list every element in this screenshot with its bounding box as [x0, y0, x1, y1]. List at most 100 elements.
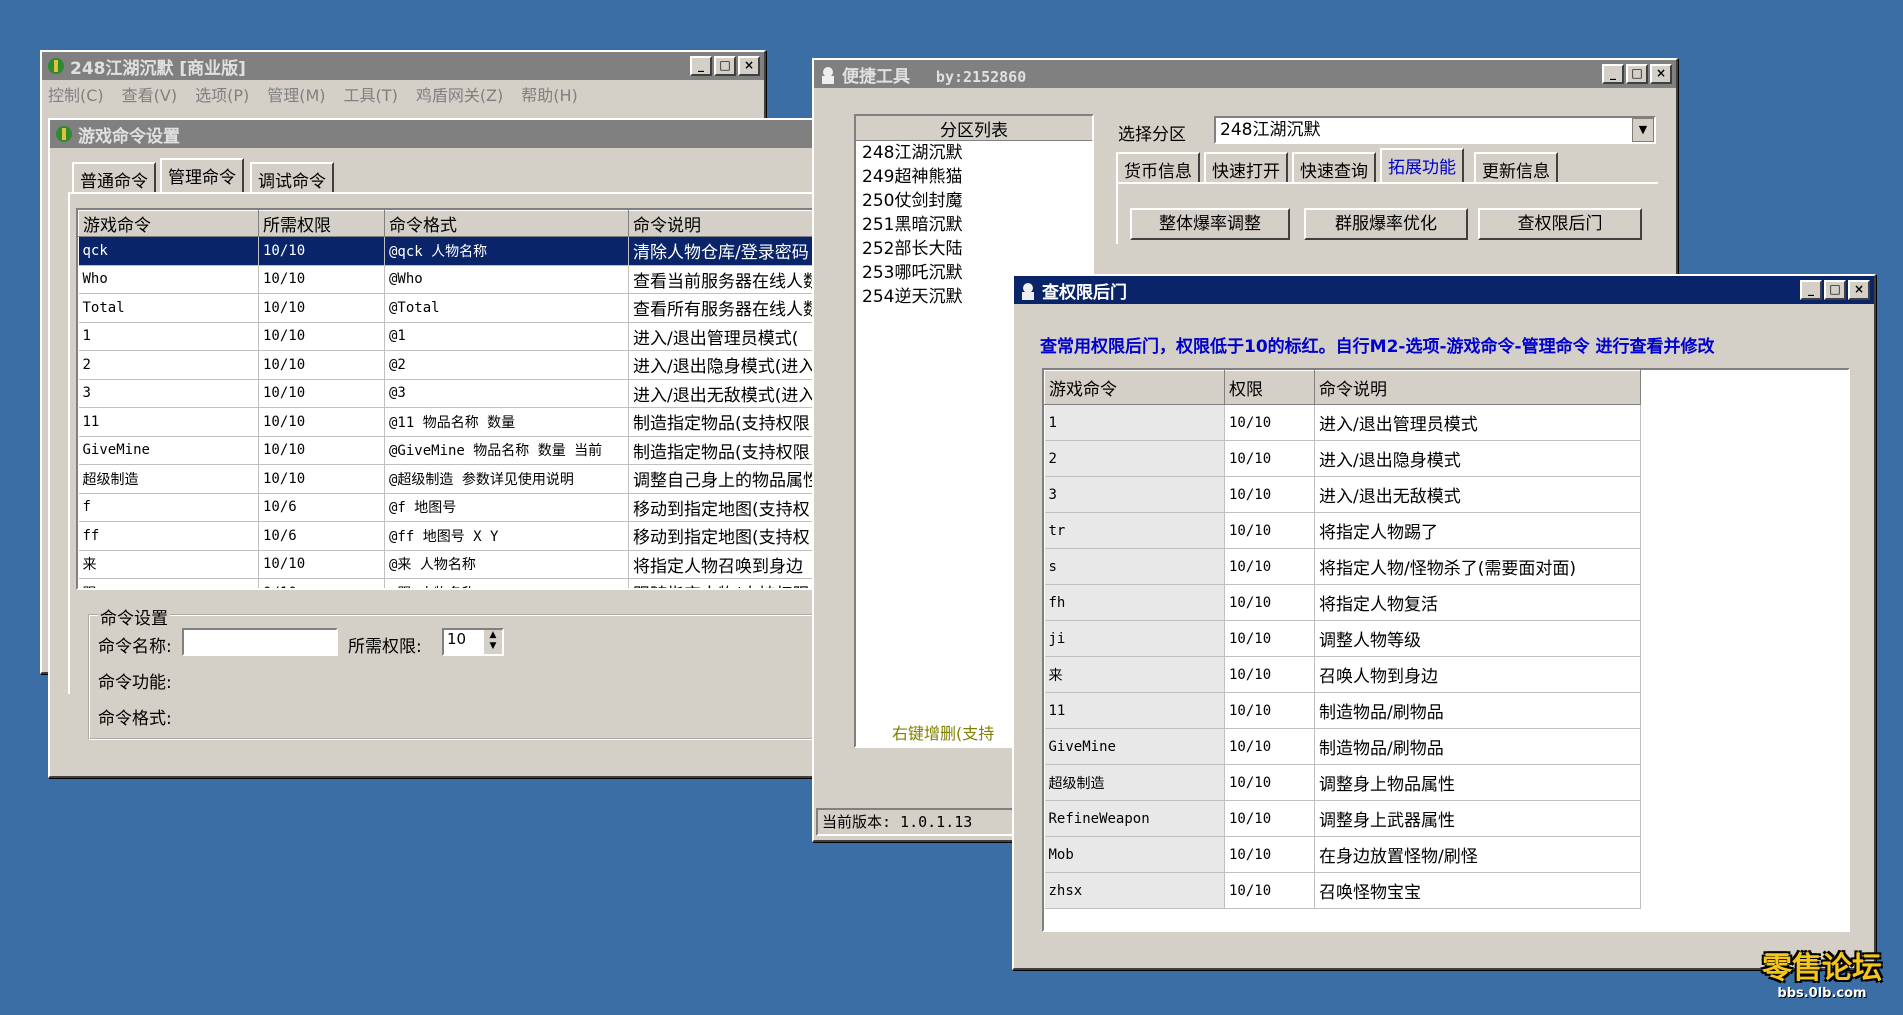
menu-view[interactable]: 查看(V) — [122, 82, 177, 106]
cell-description: 调整人物等级 — [1314, 620, 1641, 657]
col-header-description[interactable]: 命令说明 — [1314, 370, 1641, 405]
cell-permission: 10/10 — [1224, 404, 1315, 441]
tab-quick-open[interactable]: 快速打开 — [1204, 152, 1288, 182]
table-row[interactable]: Who 10/10 @Who 查看当前服务器在线人数 — [78, 265, 814, 294]
table-row[interactable]: GiveMine 10/10 制造物品/刷物品 — [1044, 728, 1641, 765]
cell-permission: 10/10 — [1224, 692, 1315, 729]
cell-description: 在身边放置怪物/刷怪 — [1314, 836, 1641, 873]
spinner-arrows-icon[interactable]: ▲ ▼ — [484, 630, 502, 654]
table-row[interactable]: fh 10/10 将指定人物复活 — [1044, 584, 1641, 621]
cell-command: 2 — [78, 350, 259, 380]
cell-command: 2 — [1044, 440, 1225, 477]
list-item[interactable]: 248江湖沉默 — [862, 141, 1092, 165]
table-row[interactable]: 1 10/10 @1 进入/退出管理员模式( — [78, 322, 814, 351]
cell-description: 进入/退出管理员模式 — [1314, 404, 1641, 441]
overall-droprate-button[interactable]: 整体爆率调整 — [1130, 208, 1290, 240]
tab-quick-query[interactable]: 快速查询 — [1292, 152, 1376, 182]
cell-description: 调整身上物品属性 — [1314, 764, 1641, 801]
list-item[interactable]: 250仗剑封魔 — [862, 189, 1092, 213]
tab-extend-function[interactable]: 拓展功能 — [1380, 148, 1464, 182]
list-item[interactable]: 249超神熊猫 — [862, 165, 1092, 189]
cell-permission: 10/10 — [258, 464, 385, 494]
tool-window-titlebar[interactable]: 便捷工具 by:2152860 _ □ × — [814, 60, 1676, 88]
menu-control[interactable]: 控制(C) — [48, 82, 104, 106]
table-row[interactable]: f 10/6 @f 地图号 移动到指定地图(支持权 — [78, 493, 814, 522]
close-icon[interactable]: × — [738, 56, 760, 76]
command-settings-titlebar[interactable]: 游戏命令设置 — [50, 120, 820, 148]
table-row[interactable]: qck 10/10 @qck 人物名称 清除人物仓库/登录密码 — [78, 236, 814, 266]
minimize-icon[interactable]: _ — [1800, 280, 1822, 300]
cell-permission: 10/10 — [1224, 620, 1315, 657]
cell-description: 进入/退出隐身模式 — [1314, 440, 1641, 477]
menu-manage[interactable]: 管理(M) — [267, 82, 325, 106]
tab-currency-info[interactable]: 货币信息 — [1116, 152, 1200, 182]
group-droprate-button[interactable]: 群服爆率优化 — [1304, 208, 1468, 240]
cell-format: @1 — [384, 322, 629, 351]
table-row[interactable]: 来 10/10 召唤人物到身边 — [1044, 656, 1641, 693]
maximize-icon[interactable]: □ — [1626, 64, 1648, 84]
command-name-input[interactable] — [182, 628, 338, 656]
table-row[interactable]: GiveMine 10/10 @GiveMine 物品名称 数量 当前 制造指定物品(… — [78, 436, 814, 465]
tab-normal-commands[interactable]: 普通命令 — [72, 162, 156, 192]
col-header-description[interactable]: 命令说明 — [628, 210, 814, 237]
menu-help[interactable]: 帮助(H) — [521, 82, 578, 106]
table-row[interactable]: zhsx 10/10 召唤怪物宝宝 — [1044, 872, 1641, 909]
zone-select[interactable]: 248江湖沉默 ▼ — [1214, 116, 1656, 144]
menu-options[interactable]: 选项(P) — [195, 82, 249, 106]
col-header-format[interactable]: 命令格式 — [384, 210, 629, 237]
table-row[interactable]: 跟0/10@跟 人物名称跟随指定人物(支持权限 — [78, 578, 814, 588]
col-header-permission[interactable]: 权限 — [1224, 370, 1315, 405]
col-header-command[interactable]: 游戏命令 — [1044, 370, 1225, 405]
table-row[interactable]: Mob 10/10 在身边放置怪物/刷怪 — [1044, 836, 1641, 873]
table-row[interactable]: 11 10/10 @11 物品名称 数量 制造指定物品(支持权限 — [78, 407, 814, 437]
main-window-titlebar[interactable]: 248江湖沉默 [商业版] _ □ × — [42, 52, 764, 80]
permission-spinner[interactable]: 10 ▲ ▼ — [442, 628, 504, 656]
minimize-icon[interactable]: _ — [690, 56, 712, 76]
app-icon — [1018, 280, 1038, 300]
tab-admin-commands[interactable]: 管理命令 — [160, 158, 244, 192]
table-row[interactable]: ff 10/6 @ff 地图号 X Y 移动到指定地图(支持权 — [78, 521, 814, 551]
table-row[interactable]: 3 10/10 进入/退出无敌模式 — [1044, 476, 1641, 513]
close-icon[interactable]: × — [1848, 280, 1870, 300]
cell-command: 3 — [78, 379, 259, 408]
table-row[interactable]: 超级制造 10/10 @超级制造 参数详见使用说明 调整自己身上的物品属性 — [78, 464, 814, 494]
cell-format: @超级制造 参数详见使用说明 — [384, 464, 629, 494]
command-table[interactable]: 游戏命令 所需权限 命令格式 命令说明 qck 10/10 @qck 人物名称 清除人… — [76, 208, 816, 590]
tab-debug-commands[interactable]: 调试命令 — [250, 162, 334, 192]
cell-command: 11 — [78, 407, 259, 437]
cell-command: Total — [78, 293, 259, 323]
col-header-permission[interactable]: 所需权限 — [258, 210, 385, 237]
chevron-down-icon[interactable]: ▼ — [1632, 118, 1654, 142]
table-row[interactable]: s 10/10 将指定人物/怪物杀了(需要面对面) — [1044, 548, 1641, 585]
tab-update-info[interactable]: 更新信息 — [1474, 152, 1558, 182]
permission-table[interactable]: 游戏命令 权限 命令说明 1 10/10 进入/退出管理员模式 2 10/10 进入/退出… — [1042, 368, 1850, 932]
col-header-command[interactable]: 游戏命令 — [78, 210, 259, 237]
table-row[interactable]: RefineWeapon 10/10 调整身上武器属性 — [1044, 800, 1641, 837]
zone-list-header: 分区列表 — [856, 116, 1092, 141]
check-backdoor-button[interactable]: 查权限后门 — [1478, 208, 1642, 240]
menu-tools[interactable]: 工具(T) — [344, 82, 398, 106]
table-row[interactable]: 11 10/10 制造物品/刷物品 — [1044, 692, 1641, 729]
table-row[interactable]: 3 10/10 @3 进入/退出无敌模式(进入 — [78, 379, 814, 408]
table-row[interactable]: 超级制造 10/10 调整身上物品属性 — [1044, 764, 1641, 801]
list-item[interactable]: 251黑暗沉默 — [862, 213, 1092, 237]
minimize-icon[interactable]: _ — [1602, 64, 1624, 84]
maximize-icon[interactable]: □ — [1824, 280, 1846, 300]
cell-command: 3 — [1044, 476, 1225, 513]
cell-permission: 10/6 — [258, 521, 385, 551]
maximize-icon[interactable]: □ — [714, 56, 736, 76]
table-row[interactable]: Total 10/10 @Total 查看所有服务器在线人数 — [78, 293, 814, 323]
table-row[interactable]: 来 10/10 @来 人物名称 将指定人物召唤到身边 — [78, 550, 814, 579]
table-row[interactable]: ji 10/10 调整人物等级 — [1044, 620, 1641, 657]
table-row[interactable]: tr 10/10 将指定人物踢了 — [1044, 512, 1641, 549]
close-icon[interactable]: × — [1650, 64, 1672, 84]
app-icon — [54, 124, 74, 144]
table-row[interactable]: 2 10/10 进入/退出隐身模式 — [1044, 440, 1641, 477]
cell-description: 跟随指定人物(支持权限 — [628, 578, 814, 588]
menu-gateway[interactable]: 鸡盾网关(Z) — [416, 82, 503, 106]
permission-window-titlebar[interactable]: 查权限后门 _ □ × — [1014, 276, 1874, 304]
main-menubar: 控制(C) 查看(V) 选项(P) 管理(M) 工具(T) 鸡盾网关(Z) 帮助… — [42, 80, 764, 108]
table-row[interactable]: 2 10/10 @2 进入/退出隐身模式(进入 — [78, 350, 814, 380]
list-item[interactable]: 252部长大陆 — [862, 237, 1092, 261]
table-row[interactable]: 1 10/10 进入/退出管理员模式 — [1044, 404, 1641, 441]
